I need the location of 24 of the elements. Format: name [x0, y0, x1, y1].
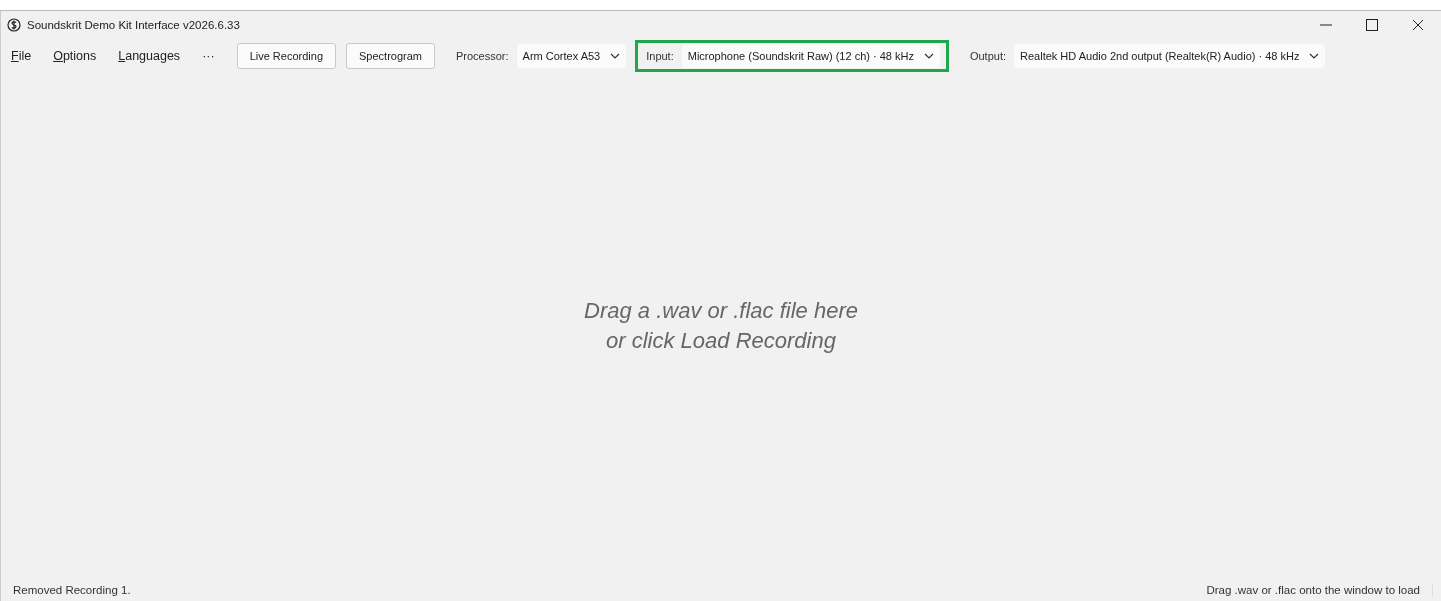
drop-hint-text: or click Load Recording [606, 327, 836, 355]
dropdown[interactable]: Realtek HD Audio 2nd output (Realtek(R) Audio) · 48 kHz [1014, 44, 1326, 68]
menu-item[interactable]: File [11, 49, 32, 63]
more-menu[interactable]: ··· [202, 49, 215, 63]
status-hint: Drag .wav or .flac onto the window to load [1206, 584, 1433, 596]
window-title: Soundskrit Demo Kit Interface v2026.6.33 [27, 19, 241, 31]
selector-label: Input: [646, 50, 674, 62]
maximize-icon [1366, 19, 1378, 31]
menu-item[interactable]: Options [53, 49, 97, 63]
chevron-down-icon [923, 53, 934, 59]
chevron-down-icon [1309, 53, 1320, 59]
selector-label: Output: [969, 50, 1006, 62]
selector-label: Processor: [456, 50, 509, 62]
drop-hint-text: Drag a .wav or .flac file here [584, 297, 858, 325]
toolbar-button[interactable]: Spectrogram [346, 43, 435, 69]
dropdown[interactable]: Microphone (Soundskrit Raw) (12 ch) · 48 kHz [681, 44, 940, 68]
chevron-down-icon [610, 53, 621, 59]
minimize-icon [1320, 24, 1332, 26]
status-message: Removed Recording 1. [13, 584, 131, 596]
app-logo-icon [7, 18, 21, 32]
menu-item[interactable]: Languages [118, 49, 181, 63]
toolbar-button[interactable]: Live Recording [236, 43, 336, 69]
dropdown[interactable]: Arm Cortex A53 [516, 44, 627, 68]
close-icon [1412, 19, 1424, 31]
